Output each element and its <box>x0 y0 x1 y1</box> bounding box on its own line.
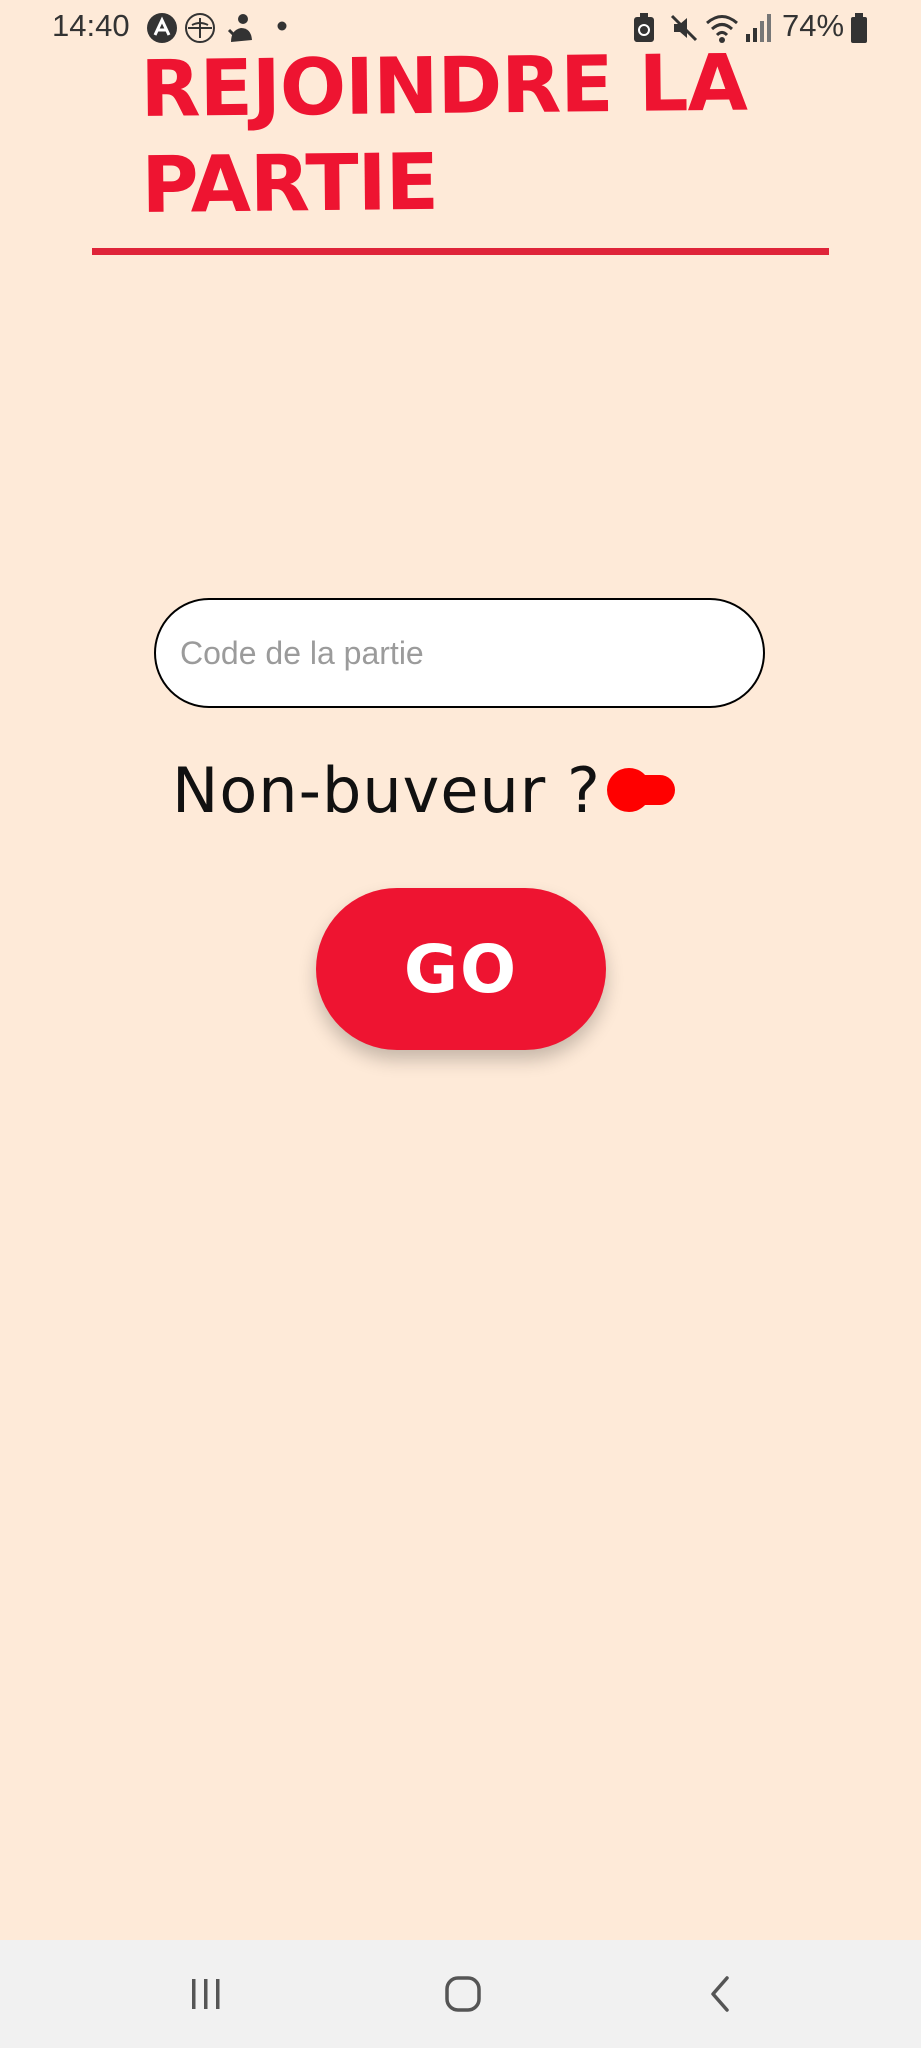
back-button[interactable] <box>681 1962 761 2026</box>
status-time: 14:40 <box>52 8 130 43</box>
title-divider <box>92 248 829 255</box>
home-button[interactable] <box>423 1962 503 2026</box>
game-code-input[interactable] <box>154 598 765 708</box>
compass-app-icon <box>185 13 215 43</box>
battery-icon <box>851 13 867 43</box>
page-title: Rejoindre la partie <box>140 38 748 231</box>
non-drinker-toggle[interactable] <box>606 766 679 814</box>
non-drinker-label: Non-buveur ? <box>172 753 601 827</box>
home-icon <box>445 1976 481 2012</box>
game-app-icon <box>227 14 252 42</box>
notification-dot-icon <box>277 21 287 31</box>
recent-apps-button[interactable] <box>166 1962 246 2026</box>
system-nav-bar <box>0 1940 921 2048</box>
recent-apps-icon <box>192 1979 220 2009</box>
toggle-thumb <box>606 768 651 812</box>
non-drinker-row: Non-buveur ? <box>172 750 679 830</box>
go-button[interactable]: GO <box>316 888 606 1050</box>
back-icon <box>711 1976 729 2012</box>
app-a-icon <box>147 13 177 43</box>
